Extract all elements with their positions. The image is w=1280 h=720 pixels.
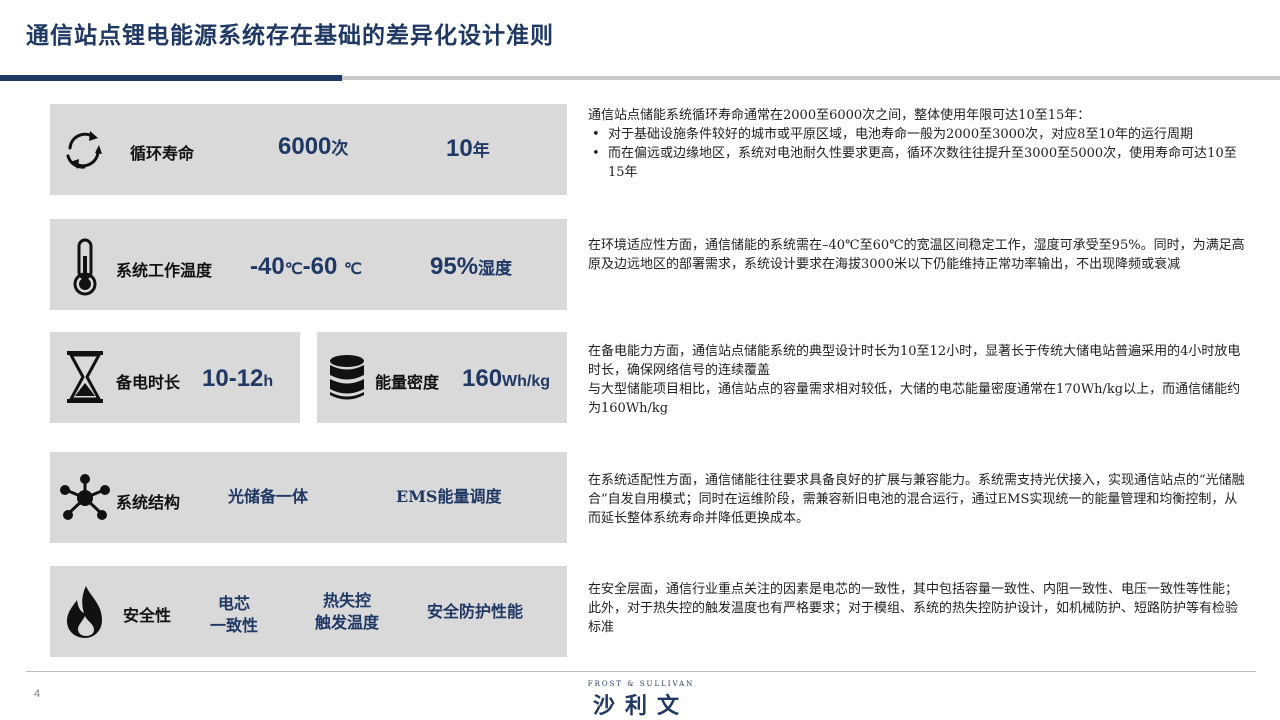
humidity-unit: 湿度	[478, 259, 513, 279]
solar-storage-integration-value: 光储备一体	[228, 487, 309, 506]
list-item: 对于基础设施条件较好的城市或平原区域，电池寿命一般为2000至3000次，对应8…	[588, 125, 1248, 144]
header-rule-light	[342, 76, 1280, 80]
cell-consistency-value: 电芯 一致性	[204, 593, 264, 637]
energy-density-label: 能量密度	[375, 373, 440, 392]
backup-description: 在备电能力方面，通信站点储能系统的典型设计时长为10至12小时，显著长于传统大储…	[588, 344, 1241, 378]
cell-consistency-line1: 电芯	[217, 594, 250, 613]
page-title: 通信站点锂电能源系统存在基础的差异化设计准则	[26, 22, 554, 49]
database-icon	[328, 354, 366, 402]
service-years-number: 10	[446, 135, 473, 162]
recycle-arrows-icon	[62, 128, 106, 172]
temp-max-unit: ℃	[344, 261, 362, 278]
temperature-label: 系统工作温度	[116, 261, 213, 280]
cycle-count-value: 6000次	[278, 133, 348, 161]
system-structure-label: 系统结构	[116, 493, 181, 512]
safety-label: 安全性	[123, 606, 172, 625]
cell-consistency-line2: 一致性	[209, 616, 258, 635]
cycle-life-bullets: 对于基础设施条件较好的城市或平原区域，电池寿命一般为2000至3000次，对应8…	[588, 125, 1248, 182]
cycle-life-intro: 通信站点储能系统循环寿命通常在2000至6000次之间，整体使用年限可达10至1…	[588, 108, 1091, 123]
ems-dispatch-value: EMS能量调度	[396, 487, 502, 506]
service-years-value: 10年	[446, 135, 490, 163]
cycle-life-label: 循环寿命	[130, 144, 195, 163]
cycle-count-unit: 次	[331, 139, 349, 159]
cycle-count-number: 6000	[278, 133, 332, 160]
safety-description: 在安全层面，通信行业重点关注的因素是电芯的一致性，其中包括容量一致性、内阻一致性…	[588, 582, 1239, 635]
temperature-description: 在环境适应性方面，通信储能的系统需在–40℃至60℃的宽温区间稳定工作，湿度可承…	[588, 238, 1245, 272]
backup-density-description: 在备电能力方面，通信站点储能系统的典型设计时长为10至12小时，显著长于传统大储…	[588, 342, 1248, 418]
energy-density-unit: Wh/kg	[502, 373, 551, 390]
safety-protection-value: 安全防护性能	[427, 602, 524, 621]
service-years-unit: 年	[472, 141, 490, 161]
cycle-life-description: 通信站点储能系统循环寿命通常在2000至6000次之间，整体使用年限可达10至1…	[588, 106, 1248, 182]
temperature-range-value: -40℃-60 ℃	[250, 253, 362, 281]
thermal-runaway-value: 热失控 触发温度	[306, 590, 388, 634]
density-description: 与大型储能项目相比，通信站点的容量需求相对较低，大储的电芯能量密度通常在170W…	[588, 382, 1241, 416]
frost-sullivan-logo-text: FROST & SULLIVAN	[587, 680, 695, 688]
page-number: 4	[34, 688, 41, 700]
hourglass-icon	[66, 350, 104, 404]
header-rule-dark	[0, 75, 342, 81]
network-nodes-icon	[60, 474, 110, 522]
thermal-runaway-line2: 触发温度	[314, 613, 379, 632]
flame-icon	[64, 584, 106, 640]
thermometer-icon	[70, 238, 100, 296]
list-item: 而在偏远或边缘地区，系统对电池耐久性要求更高，循环次数往往提升至3000至500…	[588, 144, 1248, 182]
energy-density-value: 160Wh/kg	[462, 365, 550, 393]
temp-min-unit: ℃	[284, 261, 303, 278]
system-structure-description: 在系统适配性方面，通信储能往往要求具备良好的扩展与兼容能力。系统需支持光伏接入，…	[588, 473, 1245, 526]
humidity-number: 95%	[430, 253, 479, 280]
temp-max-number: 60	[310, 253, 345, 280]
temp-min-number: -40	[250, 253, 285, 280]
backup-duration-label: 备电时长	[116, 373, 181, 392]
backup-duration-number: 10-12	[202, 365, 264, 392]
energy-density-number: 160	[462, 365, 503, 392]
humidity-value: 95%湿度	[430, 253, 512, 281]
thermal-runaway-line1: 热失控	[322, 591, 371, 610]
backup-duration-unit: h	[263, 373, 274, 390]
temp-range-separator: -	[302, 253, 311, 280]
footer-divider	[26, 671, 1256, 672]
backup-duration-value: 10-12h	[202, 365, 273, 393]
shalivan-logo: 沙利文	[592, 693, 689, 719]
